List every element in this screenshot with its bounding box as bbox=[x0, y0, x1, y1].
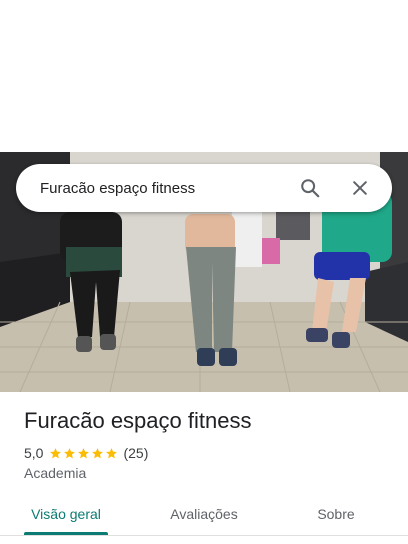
search-button[interactable] bbox=[292, 170, 328, 206]
search-bar[interactable]: Furacão espaço fitness bbox=[16, 164, 392, 212]
tab-about[interactable]: Sobre bbox=[300, 494, 372, 534]
top-blank-area bbox=[0, 0, 408, 152]
search-icon bbox=[301, 179, 320, 198]
star-icon bbox=[92, 447, 104, 458]
tabs-divider bbox=[0, 535, 408, 536]
tab-overview[interactable]: Visão geral bbox=[24, 494, 108, 534]
close-button[interactable] bbox=[342, 170, 378, 206]
place-category: Academia bbox=[24, 465, 87, 481]
place-title: Furacão espaço fitness bbox=[24, 408, 252, 433]
close-icon bbox=[353, 181, 367, 195]
place-tabs: Visão geral Avaliações Sobre bbox=[0, 494, 408, 538]
star-icon bbox=[64, 447, 76, 458]
star-icon bbox=[106, 447, 118, 458]
tab-reviews[interactable]: Avaliações bbox=[158, 494, 250, 534]
search-input[interactable]: Furacão espaço fitness bbox=[40, 180, 292, 197]
rating-value: 5,0 bbox=[24, 445, 44, 461]
rating-row[interactable]: 5,0 (25) bbox=[24, 444, 148, 462]
star-icon bbox=[78, 447, 90, 458]
rating-stars bbox=[49, 447, 119, 460]
reviews-count[interactable]: (25) bbox=[123, 445, 148, 461]
star-icon bbox=[50, 447, 62, 458]
